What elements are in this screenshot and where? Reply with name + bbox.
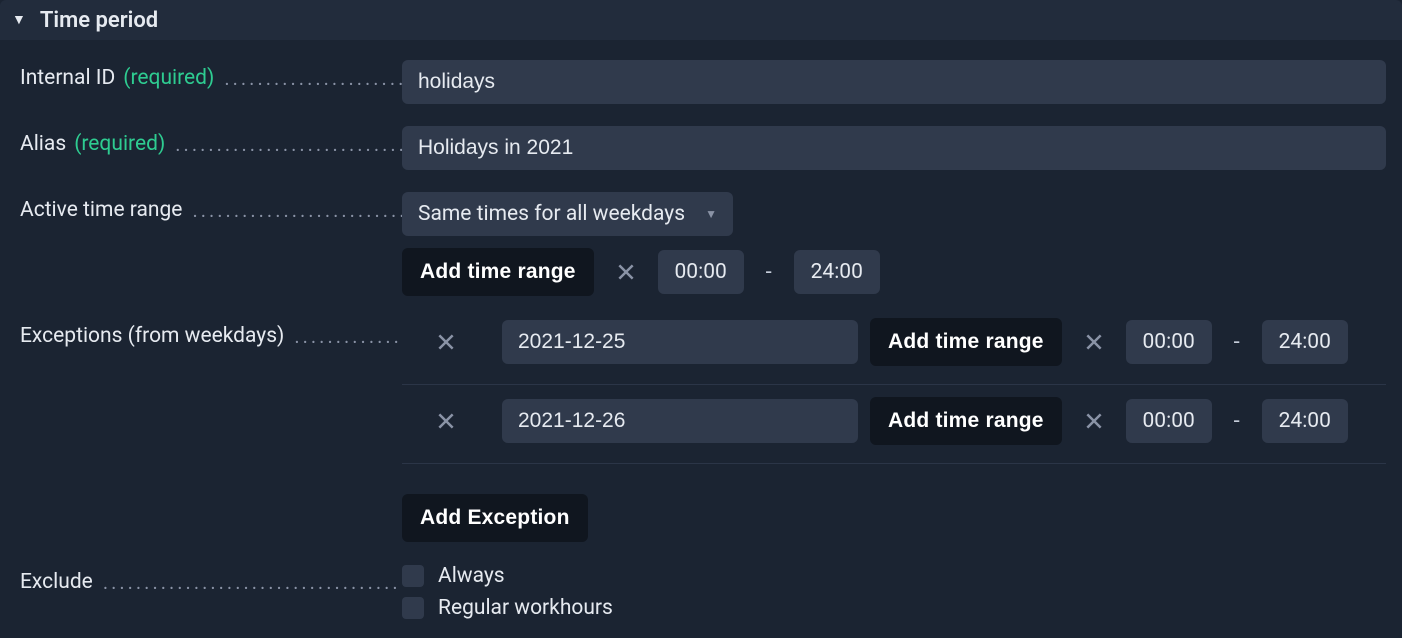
checkbox-icon: [402, 597, 424, 619]
exclude-option-label: Regular workhours: [438, 596, 613, 620]
close-icon: [616, 262, 636, 282]
time-from-input[interactable]: 00:00: [1126, 320, 1212, 364]
label-exceptions: Exceptions (from weekdays): [20, 318, 402, 348]
label-alias: Alias (required): [20, 126, 402, 156]
active-range-controls: Add time range 00:00 - 24:00: [402, 248, 1386, 296]
exclude-option-label: Always: [438, 564, 505, 588]
label-exclude: Exclude: [20, 564, 402, 594]
label-active-time-range: Active time range: [20, 192, 402, 222]
active-time-range-mode-select[interactable]: Same times for all weekdays ▼: [402, 192, 733, 236]
time-to-input[interactable]: 24:00: [794, 250, 880, 294]
checkbox-icon: [402, 565, 424, 587]
alias-input[interactable]: [402, 126, 1386, 170]
row-alias: Alias (required): [20, 126, 1386, 170]
remove-time-range-icon[interactable]: [606, 252, 646, 292]
add-time-range-button[interactable]: Add time range: [402, 248, 594, 296]
time-from-input[interactable]: 00:00: [658, 250, 744, 294]
time-from-input[interactable]: 00:00: [1126, 399, 1212, 443]
leader-dots: [103, 570, 402, 594]
exclude-option[interactable]: Always: [402, 564, 1386, 588]
exception-add-time-range-button[interactable]: Add time range: [870, 318, 1062, 366]
row-exclude: Exclude Always Regular workhours: [20, 564, 1386, 628]
remove-exception-icon[interactable]: [426, 322, 466, 362]
required-badge: (required): [123, 66, 214, 90]
add-exception-button[interactable]: Add Exception: [402, 494, 588, 542]
section-header[interactable]: ▼ Time period: [0, 0, 1402, 40]
time-period-panel: ▼ Time period Internal ID (required) Ali…: [0, 0, 1402, 638]
exception-add-time-range-button[interactable]: Add time range: [870, 397, 1062, 445]
time-to-input[interactable]: 24:00: [1262, 399, 1348, 443]
remove-time-range-icon[interactable]: [1074, 322, 1114, 362]
internal-id-input[interactable]: [402, 60, 1386, 104]
close-icon: [1084, 411, 1104, 431]
time-to-input[interactable]: 24:00: [1262, 320, 1348, 364]
exception-date-input[interactable]: [502, 320, 858, 364]
range-dash: -: [756, 260, 782, 285]
form-body: Internal ID (required) Alias (required) …: [0, 40, 1402, 638]
leader-dots: [175, 132, 402, 156]
close-icon: [436, 411, 456, 431]
exception-row: Add time range 00:00 - 24:00: [402, 385, 1386, 464]
section-title: Time period: [40, 8, 158, 33]
remove-time-range-icon[interactable]: [1074, 401, 1114, 441]
close-icon: [1084, 332, 1104, 352]
leader-dots: [294, 324, 402, 348]
row-internal-id: Internal ID (required): [20, 60, 1386, 104]
exception-date-input[interactable]: [502, 399, 858, 443]
disclosure-triangle-icon: ▼: [12, 13, 26, 27]
required-badge: (required): [74, 132, 165, 156]
label-internal-id: Internal ID (required): [20, 60, 402, 90]
range-dash: -: [1224, 330, 1250, 355]
row-exceptions: Exceptions (from weekdays) Add time rang…: [20, 318, 1386, 542]
chevron-down-icon: ▼: [705, 207, 717, 221]
leader-dots: [224, 66, 402, 90]
close-icon: [436, 332, 456, 352]
row-active-time-range: Active time range Same times for all wee…: [20, 192, 1386, 296]
range-dash: -: [1224, 409, 1250, 434]
exception-row: Add time range 00:00 - 24:00: [402, 318, 1386, 385]
exclude-option[interactable]: Regular workhours: [402, 596, 1386, 620]
remove-exception-icon[interactable]: [426, 401, 466, 441]
leader-dots: [192, 198, 402, 222]
